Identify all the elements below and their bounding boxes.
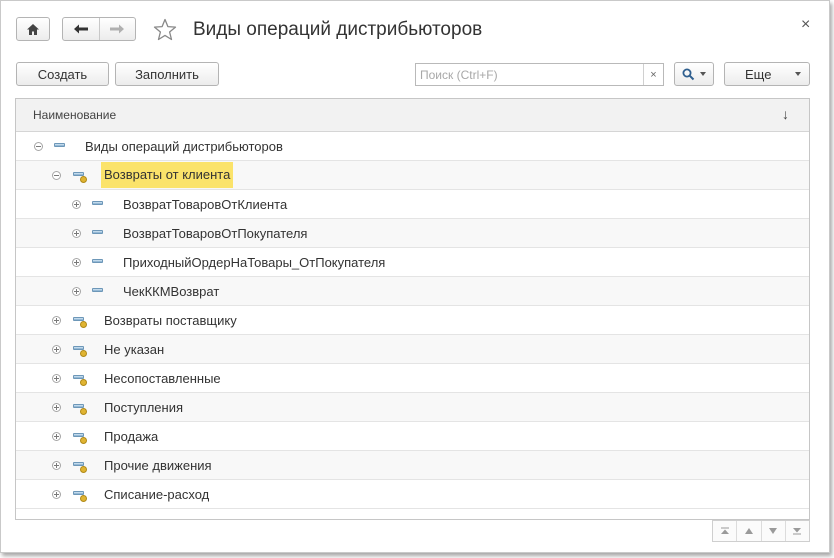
create-button[interactable]: Создать	[16, 62, 109, 86]
expand-toggle-icon[interactable]	[72, 200, 81, 209]
folder-icon	[73, 317, 87, 328]
folder-icon	[73, 462, 87, 473]
home-icon	[27, 23, 39, 35]
go-first-button[interactable]	[713, 521, 736, 541]
element-icon	[92, 201, 103, 205]
collapse-toggle-icon[interactable]	[52, 171, 61, 180]
table-row[interactable]: ЧекККМВозврат	[16, 277, 809, 306]
fill-button[interactable]: Заполнить	[115, 62, 219, 86]
forward-button[interactable]	[98, 18, 136, 40]
expand-toggle-icon[interactable]	[52, 374, 61, 383]
element-icon	[92, 259, 103, 263]
folder-icon	[73, 346, 87, 357]
column-header-name[interactable]: Наименование	[33, 108, 116, 122]
row-label: ПриходныйОрдерНаТовары_ОтПокупателя	[123, 255, 386, 270]
list-navigation	[712, 520, 810, 542]
table-row[interactable]: Продажа	[16, 422, 809, 451]
back-button[interactable]	[63, 18, 99, 40]
folder-icon	[73, 172, 87, 183]
expand-toggle-icon[interactable]	[72, 287, 81, 296]
collapse-toggle-icon[interactable]	[34, 142, 43, 151]
arrow-left-icon	[73, 24, 88, 34]
table-row[interactable]: Несопоставленные	[16, 364, 809, 393]
expand-toggle-icon[interactable]	[52, 403, 61, 412]
row-label: Поступления	[104, 400, 184, 415]
row-label: ЧекККМВозврат	[123, 284, 220, 299]
table-row[interactable]: Возвраты поставщику	[16, 306, 809, 335]
table-row[interactable]: Списание-расход	[16, 480, 809, 509]
table-header: Наименование ↓	[16, 99, 809, 132]
expand-toggle-icon[interactable]	[52, 490, 61, 499]
history-navigation	[62, 17, 136, 41]
folder-icon	[73, 375, 87, 386]
expand-toggle-icon[interactable]	[72, 258, 81, 267]
go-last-button[interactable]	[784, 521, 809, 541]
table-body: Виды операций дистрибьюторов Возвраты от …	[16, 132, 809, 509]
table-row[interactable]: Поступления	[16, 393, 809, 422]
search-clear-button[interactable]: ×	[643, 64, 663, 85]
expand-toggle-icon[interactable]	[52, 461, 61, 470]
table-row[interactable]: Не указан	[16, 335, 809, 364]
more-button-label: Еще	[745, 66, 772, 82]
table-row[interactable]: Прочие движения	[16, 451, 809, 480]
arrow-right-icon	[110, 24, 125, 34]
go-last-icon	[793, 528, 802, 535]
more-button[interactable]: Еще	[724, 62, 810, 86]
page-title: Виды операций дистрибьюторов	[193, 19, 483, 40]
go-first-icon	[720, 527, 729, 534]
go-down-button[interactable]	[760, 521, 785, 541]
home-button[interactable]	[16, 17, 50, 41]
table-row-selected[interactable]: Возвраты от клиента	[16, 161, 809, 190]
table-row[interactable]: ВозвратТоваровОтКлиента	[16, 190, 809, 219]
magnifier-icon	[682, 68, 695, 80]
table-row[interactable]: Виды операций дистрибьюторов	[16, 132, 809, 161]
table-row[interactable]: ПриходныйОрдерНаТовары_ОтПокупателя	[16, 248, 809, 277]
row-label: Не указан	[104, 342, 165, 357]
folder-icon	[73, 433, 87, 444]
triangle-down-icon	[769, 528, 778, 534]
row-label: Несопоставленные	[104, 371, 221, 386]
element-icon	[54, 143, 65, 147]
table-row[interactable]: ВозвратТоваровОтПокупателя	[16, 219, 809, 248]
row-label: ВозвратТоваровОтКлиента	[123, 197, 288, 212]
row-label: Виды операций дистрибьюторов	[85, 139, 283, 154]
row-label: Продажа	[104, 429, 159, 444]
folder-icon	[73, 404, 87, 415]
triangle-up-icon	[744, 528, 753, 534]
go-up-button[interactable]	[736, 521, 760, 541]
row-label: Возвраты поставщику	[104, 313, 237, 328]
expand-toggle-icon[interactable]	[52, 316, 61, 325]
row-label: ВозвратТоваровОтПокупателя	[123, 226, 308, 241]
close-icon[interactable]: ×	[801, 16, 810, 34]
sort-arrow-icon: ↓	[782, 106, 789, 122]
expand-toggle-icon[interactable]	[52, 345, 61, 354]
tree-list[interactable]: Наименование ↓ Виды операций дистрибьюто…	[15, 98, 810, 520]
form-window: Виды операций дистрибьюторов × Создать З…	[0, 0, 830, 553]
element-icon	[92, 288, 103, 292]
chevron-down-icon	[700, 72, 706, 76]
folder-icon	[73, 491, 87, 502]
expand-toggle-icon[interactable]	[72, 229, 81, 238]
favorite-star-icon[interactable]	[152, 17, 178, 43]
search-options-button[interactable]	[674, 62, 714, 86]
row-label: Возвраты от клиента	[101, 162, 234, 188]
row-label: Прочие движения	[104, 458, 212, 473]
expand-toggle-icon[interactable]	[52, 432, 61, 441]
element-icon	[92, 230, 103, 234]
chevron-down-icon	[795, 72, 802, 76]
search-input[interactable]	[416, 64, 641, 85]
row-label: Списание-расход	[104, 487, 210, 502]
search-field: ×	[415, 63, 664, 86]
